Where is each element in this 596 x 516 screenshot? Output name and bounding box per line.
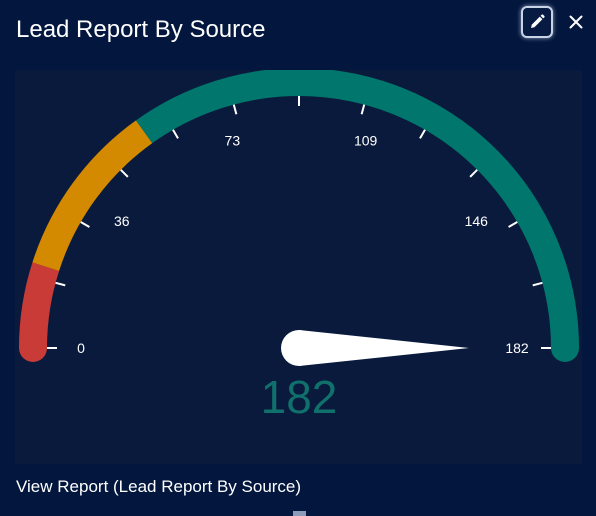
gauge-tick <box>172 129 179 139</box>
gauge-tick <box>80 221 90 228</box>
gauge-tick <box>360 104 366 115</box>
view-report-link[interactable]: View Report (Lead Report By Source) <box>16 477 301 497</box>
gauge-chart: 0 36 73 109 146 182 182 <box>19 70 579 423</box>
gauge-tick <box>508 221 518 228</box>
gauge-chart-panel: 0 36 73 109 146 182 182 <box>15 70 582 464</box>
gauge-cap-end <box>551 334 579 362</box>
gauge-tick-label: 182 <box>505 340 529 356</box>
gauge-needle <box>299 330 469 366</box>
gauge-value: 182 <box>261 371 338 423</box>
close-icon <box>569 15 583 29</box>
gauge-tick <box>55 281 66 287</box>
pencil-icon <box>531 14 545 28</box>
gauge-tick <box>532 281 543 287</box>
gauge-band-2 <box>136 70 579 349</box>
gauge-tick-label: 146 <box>465 213 489 229</box>
gauge-band-1 <box>32 120 153 272</box>
gauge-tick-label: 36 <box>114 213 130 229</box>
gauge-cap-start <box>19 334 47 362</box>
close-button[interactable] <box>564 9 588 35</box>
gauge-tick <box>469 169 478 178</box>
scroll-handle[interactable] <box>293 511 306 516</box>
gauge-tick-label: 0 <box>77 340 85 356</box>
edit-button[interactable] <box>521 6 553 38</box>
gauge-tick <box>419 129 426 139</box>
gauge-tick-label: 109 <box>354 132 378 148</box>
gauge-widget: Lead Report By Source 0 36 73 109 146 182 182… <box>0 0 596 516</box>
gauge-tick-label: 73 <box>225 132 241 148</box>
gauge-tick <box>120 169 129 178</box>
widget-title: Lead Report By Source <box>16 16 266 43</box>
gauge-tick <box>232 104 238 115</box>
